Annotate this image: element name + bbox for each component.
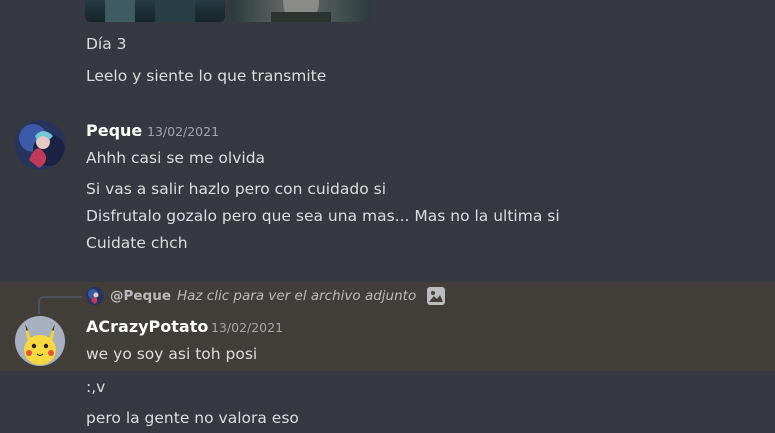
reply-username[interactable]: @Peque xyxy=(110,288,171,304)
avatar-peque[interactable] xyxy=(15,120,65,170)
anime-character-avatar-icon xyxy=(15,120,65,170)
message-line: pero la gente no valora eso xyxy=(86,409,299,427)
message-line: we yo soy asi toh posi xyxy=(86,345,258,363)
message-line: Cuidate chch xyxy=(86,234,188,252)
image-icon xyxy=(426,286,446,306)
image-thumbnail-2-art xyxy=(271,0,331,22)
image-thumbnail-1[interactable] xyxy=(85,0,225,22)
message-line: Disfrutalo gozalo pero que sea una mas..… xyxy=(86,207,560,225)
avatar-acrazypotato[interactable] xyxy=(15,316,65,366)
username-peque[interactable]: Peque xyxy=(86,121,142,140)
chat-messages: Día 3 Leelo y siente lo que transmite Pe… xyxy=(0,0,775,433)
image-thumbnail-1-art xyxy=(105,0,195,22)
image-thumbnail-2[interactable] xyxy=(231,0,371,22)
message-line: Día 3 xyxy=(86,35,127,53)
reply-attachment-text[interactable]: Haz clic para ver el archivo adjunto xyxy=(177,288,416,304)
pikachu-avatar-icon xyxy=(15,316,65,366)
username-acrazypotato[interactable]: ACrazyPotato xyxy=(86,317,208,336)
message-timestamp: 13/02/2021 xyxy=(147,124,220,139)
message-line: :,v xyxy=(86,378,106,396)
message-line: Ahhh casi se me olvida xyxy=(86,149,266,167)
image-attachment[interactable] xyxy=(85,0,371,22)
message-line: Si vas a salir hazlo pero con cuidado si xyxy=(86,180,387,198)
reply-avatar xyxy=(86,287,104,305)
reply-spine xyxy=(38,296,82,314)
peque-mini-avatar-icon xyxy=(86,287,104,305)
message-line: Leelo y siente lo que transmite xyxy=(86,67,327,85)
reply-preview[interactable]: @Peque Haz clic para ver el archivo adju… xyxy=(86,286,446,306)
message-timestamp: 13/02/2021 xyxy=(211,320,284,335)
